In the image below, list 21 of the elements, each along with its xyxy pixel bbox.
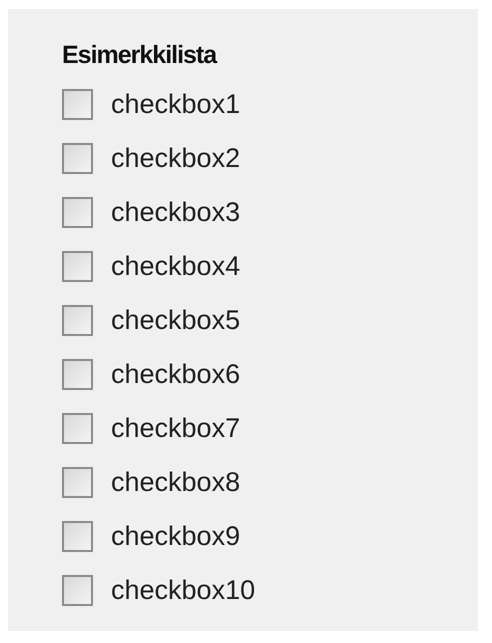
checkbox-label[interactable]: checkbox4 (111, 250, 240, 282)
checkbox[interactable] (62, 574, 93, 606)
checkbox[interactable] (62, 466, 93, 498)
checkbox-label[interactable]: checkbox9 (111, 520, 240, 552)
checkbox[interactable] (62, 412, 93, 444)
checkbox[interactable] (62, 304, 93, 336)
checkbox-label[interactable]: checkbox10 (111, 574, 256, 606)
checkbox-label[interactable]: checkbox2 (111, 142, 240, 174)
checkbox-label[interactable]: checkbox8 (111, 466, 240, 498)
checkbox-label[interactable]: checkbox3 (111, 196, 240, 228)
checkbox-label[interactable]: checkbox6 (111, 358, 240, 390)
checkbox-label[interactable]: checkbox5 (111, 304, 240, 336)
checkbox-label[interactable]: checkbox7 (111, 412, 240, 444)
group-title: Esimerkkilista (62, 40, 216, 71)
checkbox[interactable] (62, 250, 93, 282)
checkbox[interactable] (62, 142, 93, 174)
checkbox[interactable] (62, 358, 93, 390)
checkbox[interactable] (62, 196, 93, 228)
checkbox-label[interactable]: checkbox1 (111, 88, 240, 120)
checkbox[interactable] (62, 520, 93, 552)
checkbox[interactable] (62, 88, 93, 120)
